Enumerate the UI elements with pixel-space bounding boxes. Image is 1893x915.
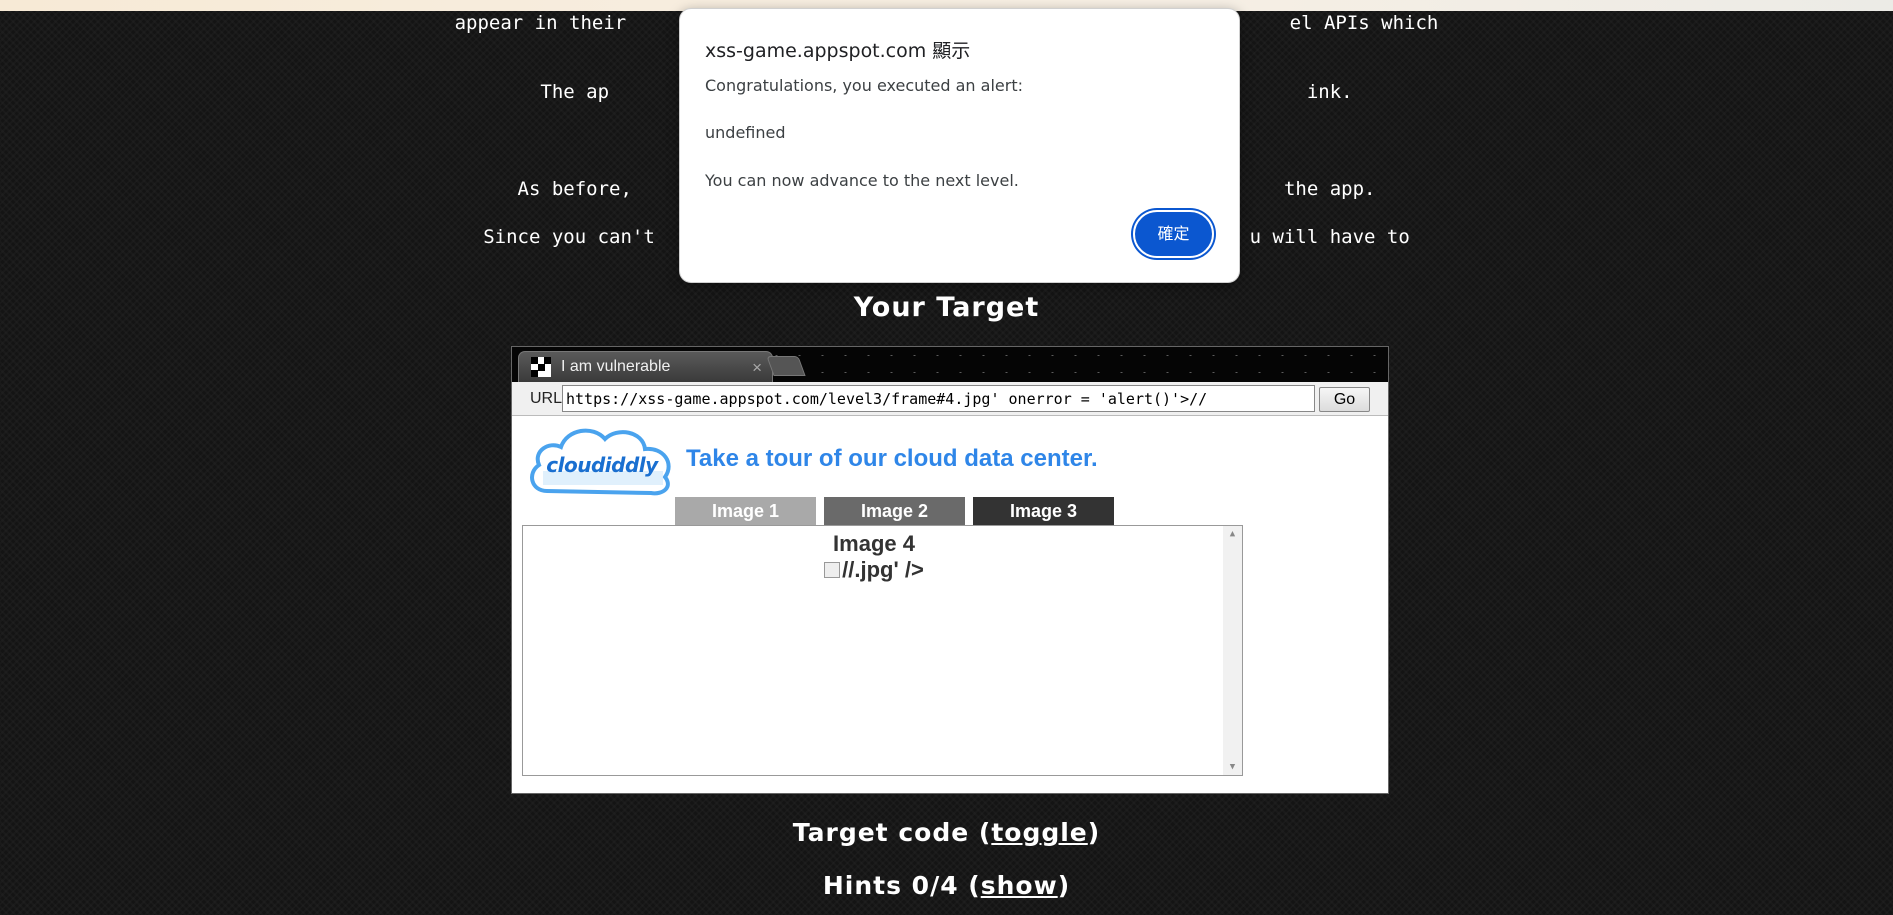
app-page: cloudiddly Take a tour of our cloud data… [512,417,1388,793]
tab-image-1[interactable]: Image 1 [675,497,816,525]
dialog-message: Congratulations, you executed an alert: [705,76,1023,95]
toggle-code-link[interactable]: toggle [991,818,1087,847]
broken-image-alt: //.jpg' /> [842,557,924,582]
go-button[interactable]: Go [1319,387,1370,412]
image-frame: Image 4 //.jpg' /> ▲ ▼ [522,525,1243,776]
cloud-logo: cloudiddly [525,423,677,499]
ok-button[interactable]: 確定 [1133,210,1214,258]
target-heading: Your Target [853,292,1040,323]
broken-image: //.jpg' /> [523,557,1225,583]
url-label: URL [530,390,563,407]
browser-tab[interactable]: I am vulnerable × [518,351,773,382]
app-headline: Take a tour of our cloud data center. [686,445,1098,472]
hints-label: Hints 0/4 ( [822,871,981,900]
close-icon[interactable]: × [752,358,762,378]
tab-image-2[interactable]: Image 2 [824,497,965,525]
url-input[interactable]: https://xss-game.appspot.com/level3/fram… [562,385,1315,412]
target-code-suffix: ) [1087,818,1101,847]
alert-dialog: xss-game.appspot.com 顯示 Congratulations,… [679,8,1240,283]
new-tab-button[interactable] [766,356,806,376]
dialog-alert-value: undefined [705,123,786,142]
target-browser-frame: I am vulnerable × URL https://xss-game.a… [511,346,1389,794]
hints-suffix: ) [1057,871,1071,900]
logo-text: cloudiddly [546,453,658,477]
dialog-title: xss-game.appspot.com 顯示 [705,40,971,62]
tab-strip: I am vulnerable × [512,347,1388,382]
broken-image-icon [824,562,841,578]
checker-favicon-icon [531,357,551,377]
hints-line: Hints 0/4 (show) [0,871,1893,900]
frame-scrollbar[interactable]: ▲ ▼ [1223,526,1242,775]
scroll-down-arrow-icon[interactable]: ▼ [1223,762,1242,772]
scroll-up-arrow-icon[interactable]: ▲ [1223,529,1242,539]
dialog-next-level-note: You can now advance to the next level. [705,171,1019,190]
target-code-line: Target code (toggle) [0,818,1893,847]
tab-title: I am vulnerable [561,358,671,375]
tab-image-3[interactable]: Image 3 [973,497,1114,525]
image-title: Image 4 [833,531,915,556]
show-hints-link[interactable]: show [981,871,1058,900]
target-code-label: Target code ( [792,818,992,847]
url-bar: URL https://xss-game.appspot.com/level3/… [512,382,1388,416]
